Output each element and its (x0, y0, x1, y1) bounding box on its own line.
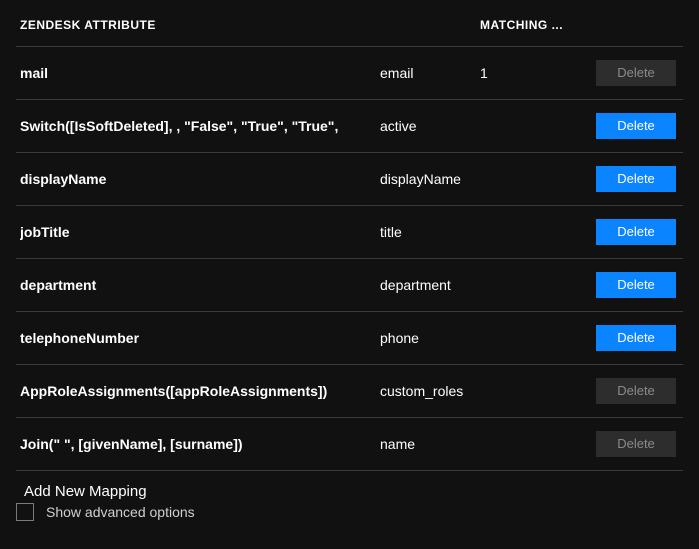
target-attribute-cell: name (380, 436, 480, 452)
source-attribute-cell: Switch([IsSoftDeleted], , "False", "True… (20, 118, 380, 134)
target-attribute-cell: title (380, 224, 480, 240)
delete-button[interactable]: Delete (596, 166, 676, 192)
target-attribute-cell: displayName (380, 171, 480, 187)
table-body: mailemail1 Delete Switch([IsSoftDeleted], … (16, 47, 683, 471)
table-row[interactable]: Switch([IsSoftDeleted], , "False", "True… (16, 100, 683, 153)
target-attribute-cell: custom_roles (380, 383, 480, 399)
action-cell: Delete (590, 219, 676, 245)
table-row[interactable]: displayNamedisplayName Delete (16, 153, 683, 206)
action-cell: Delete (590, 378, 676, 404)
delete-button: Delete (596, 60, 676, 86)
delete-button: Delete (596, 431, 676, 457)
source-attribute-cell: department (20, 277, 380, 293)
show-advanced-checkbox[interactable] (16, 503, 34, 521)
action-cell: Delete (590, 325, 676, 351)
header-matching: MATCHING ... (480, 18, 590, 32)
target-attribute-cell: phone (380, 330, 480, 346)
header-source: ZENDESK ATTRIBUTE (20, 18, 380, 32)
footer: Show advanced options (0, 503, 699, 549)
source-attribute-cell: AppRoleAssignments([appRoleAssignments]) (20, 383, 380, 399)
table-row[interactable]: mailemail1 Delete (16, 47, 683, 100)
source-attribute-cell: jobTitle (20, 224, 380, 240)
action-cell: Delete (590, 60, 676, 86)
table-row[interactable]: Join(" ", [givenName], [surname])name Del… (16, 418, 683, 471)
attribute-mapping-panel: ZENDESK ATTRIBUTE MATCHING ... mailemail… (0, 0, 699, 524)
delete-button[interactable]: Delete (596, 219, 676, 245)
delete-button[interactable]: Delete (596, 272, 676, 298)
table-row[interactable]: departmentdepartment Delete (16, 259, 683, 312)
action-cell: Delete (590, 431, 676, 457)
matching-precedence-cell: 1 (480, 65, 590, 81)
delete-button: Delete (596, 378, 676, 404)
target-attribute-cell: department (380, 277, 480, 293)
table-row[interactable]: jobTitletitle Delete (16, 206, 683, 259)
table-header-row: ZENDESK ATTRIBUTE MATCHING ... (16, 12, 683, 47)
source-attribute-cell: Join(" ", [givenName], [surname]) (20, 436, 380, 452)
action-cell: Delete (590, 113, 676, 139)
action-cell: Delete (590, 272, 676, 298)
source-attribute-cell: mail (20, 65, 380, 81)
table-row[interactable]: AppRoleAssignments([appRoleAssignments])… (16, 365, 683, 418)
source-attribute-cell: displayName (20, 171, 380, 187)
action-cell: Delete (590, 166, 676, 192)
delete-button[interactable]: Delete (596, 113, 676, 139)
source-attribute-cell: telephoneNumber (20, 330, 380, 346)
table-row[interactable]: telephoneNumberphone Delete (16, 312, 683, 365)
target-attribute-cell: active (380, 118, 480, 134)
delete-button[interactable]: Delete (596, 325, 676, 351)
show-advanced-label: Show advanced options (46, 504, 195, 520)
target-attribute-cell: email (380, 65, 480, 81)
